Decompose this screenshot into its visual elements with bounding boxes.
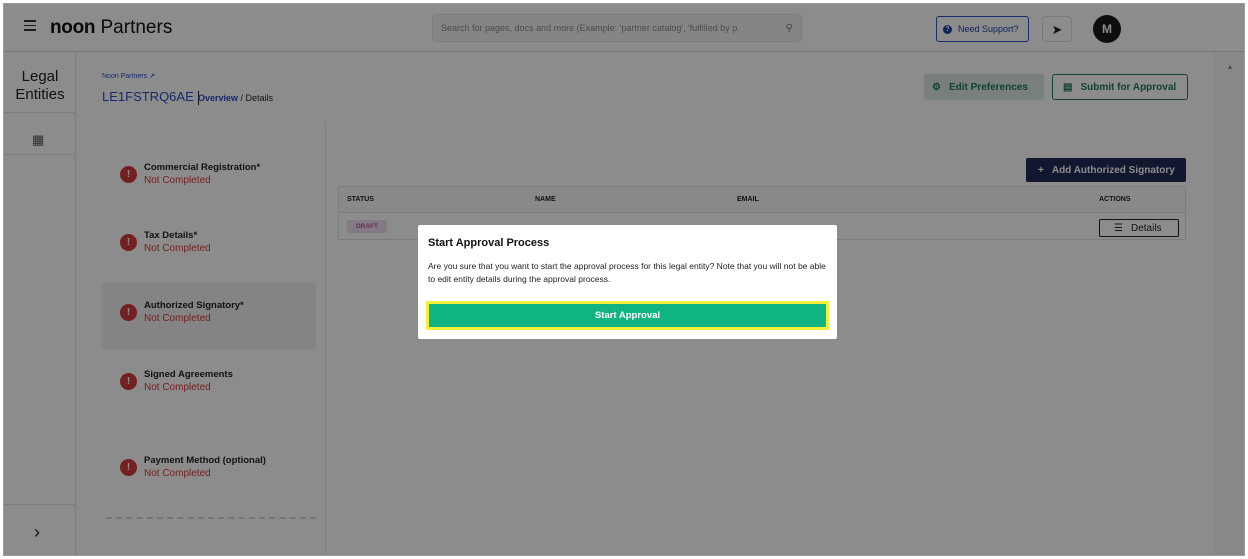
dialog-title: Start Approval Process [428,237,550,249]
approval-dialog: Start Approval Process Are you sure that… [418,225,837,339]
start-approval-button[interactable]: Start Approval [426,301,829,330]
app-window: noon Partners Search for pages, docs and… [3,3,1245,556]
dialog-message: Are you sure that you want to start the … [428,261,826,284]
